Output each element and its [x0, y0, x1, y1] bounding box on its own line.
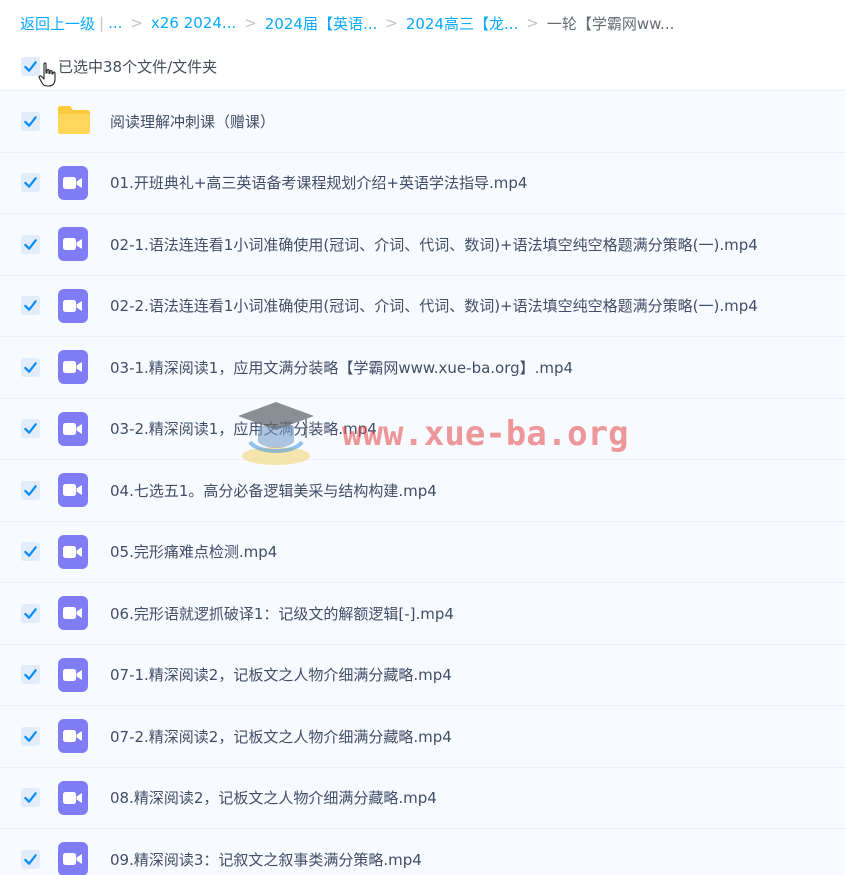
file-row[interactable]: 07-2.精深阅读2，记板文之人物介细满分藏略.mp4: [0, 705, 845, 767]
check-icon: [24, 60, 37, 72]
file-name[interactable]: 04.七选五1。高分必备逻辑美采与结构构建.mp4: [110, 480, 437, 501]
file-name[interactable]: 05.完形痛难点检测.mp4: [110, 541, 277, 562]
check-icon: [24, 300, 37, 312]
breadcrumb-separator: >: [385, 14, 398, 32]
row-checkbox[interactable]: [21, 542, 40, 562]
file-name[interactable]: 01.开班典礼+高三英语备考课程规划介绍+英语学法指导.mp4: [110, 172, 527, 193]
file-row[interactable]: 06.完形语就逻抓破译1：记级文的解额逻辑[-].mp4: [0, 582, 845, 644]
check-icon: [24, 792, 37, 804]
file-name[interactable]: 07-1.精深阅读2，记板文之人物介细满分藏略.mp4: [110, 664, 452, 685]
video-file-icon: [58, 534, 88, 569]
check-icon: [24, 423, 37, 435]
video-file-icon: [58, 227, 88, 262]
file-name[interactable]: 08.精深阅读2，记板文之人物介细满分藏略.mp4: [110, 787, 437, 808]
breadcrumb-item-1[interactable]: x26 2024...: [151, 14, 236, 32]
row-checkbox[interactable]: [21, 111, 40, 131]
row-checkbox[interactable]: [21, 788, 40, 808]
check-icon: [24, 484, 37, 496]
file-name[interactable]: 02-2.语法连连看1小词准确使用(冠词、介词、代词、数词)+语法填空纯空格题满…: [110, 295, 758, 316]
file-row[interactable]: 02-2.语法连连看1小词准确使用(冠词、介词、代词、数词)+语法填空纯空格题满…: [0, 274, 845, 336]
file-name[interactable]: 07-2.精深阅读2，记板文之人物介细满分藏略.mp4: [110, 726, 452, 747]
row-checkbox[interactable]: [21, 849, 40, 869]
check-icon: [24, 238, 37, 250]
row-checkbox[interactable]: [21, 357, 40, 377]
file-row[interactable]: 阅读理解冲刺课（赠课）: [0, 90, 845, 152]
breadcrumb-separator: >: [244, 14, 257, 32]
row-checkbox[interactable]: [21, 665, 40, 685]
hand-cursor-icon: [38, 62, 56, 87]
video-file-icon: [58, 596, 88, 631]
check-icon: [24, 177, 37, 189]
row-checkbox[interactable]: [21, 173, 40, 193]
check-icon: [24, 546, 37, 558]
file-row[interactable]: 01.开班典礼+高三英语备考课程规划介绍+英语学法指导.mp4: [0, 151, 845, 213]
check-icon: [24, 853, 37, 865]
file-row[interactable]: 09.精深阅读3：记叙文之叙事类满分策略.mp4: [0, 828, 845, 875]
breadcrumb-current: 一轮【学霸网ww...: [546, 14, 675, 33]
breadcrumb-divider: |: [99, 14, 105, 32]
video-file-icon: [58, 780, 88, 815]
check-icon: [24, 730, 37, 742]
video-file-icon: [58, 719, 88, 754]
row-checkbox[interactable]: [21, 419, 40, 439]
video-file-icon: [58, 842, 88, 875]
file-name[interactable]: 02-1.语法连连看1小词准确使用(冠词、介词、代词、数词)+语法填空纯空格题满…: [110, 234, 758, 255]
check-icon: [24, 361, 37, 373]
breadcrumb-item-3[interactable]: 2024高三【龙...: [406, 13, 518, 34]
file-row[interactable]: 03-1.精深阅读1，应用文满分装略【学霸网www.xue-ba.org】.mp…: [0, 336, 845, 398]
breadcrumb-separator: >: [526, 14, 539, 32]
video-file-icon: [58, 165, 88, 200]
file-row[interactable]: 07-1.精深阅读2，记板文之人物介细满分藏略.mp4: [0, 643, 845, 705]
row-checkbox[interactable]: [21, 603, 40, 623]
folder-icon: [56, 103, 92, 139]
breadcrumb: 返回上一级 | ... > x26 2024... > 2024届【英语... …: [20, 12, 674, 34]
check-icon: [24, 669, 37, 681]
row-checkbox[interactable]: [21, 296, 40, 316]
check-icon: [24, 607, 37, 619]
file-row[interactable]: 05.完形痛难点检测.mp4: [0, 520, 845, 582]
video-file-icon: [58, 350, 88, 385]
file-name[interactable]: 03-1.精深阅读1，应用文满分装略【学霸网www.xue-ba.org】.mp…: [110, 357, 573, 378]
file-row[interactable]: 03-2.精深阅读1，应用文满分装略.mp4: [0, 397, 845, 459]
file-row[interactable]: 08.精深阅读2，记板文之人物介细满分藏略.mp4: [0, 766, 845, 828]
file-name[interactable]: 03-2.精深阅读1，应用文满分装略.mp4: [110, 418, 377, 439]
breadcrumb-ellipsis[interactable]: ...: [108, 14, 122, 32]
file-row[interactable]: 04.七选五1。高分必备逻辑美采与结构构建.mp4: [0, 459, 845, 521]
video-file-icon: [58, 411, 88, 446]
selection-count: 已选中38个文件/文件夹: [58, 57, 218, 76]
file-name[interactable]: 09.精深阅读3：记叙文之叙事类满分策略.mp4: [110, 849, 422, 870]
video-file-icon: [58, 288, 88, 323]
back-link[interactable]: 返回上一级: [20, 13, 95, 34]
video-file-icon: [58, 657, 88, 692]
file-row[interactable]: 02-1.语法连连看1小词准确使用(冠词、介词、代词、数词)+语法填空纯空格题满…: [0, 213, 845, 275]
file-name[interactable]: 阅读理解冲刺课（赠课）: [110, 111, 275, 132]
breadcrumb-item-2[interactable]: 2024届【英语...: [265, 13, 377, 34]
breadcrumb-separator: >: [130, 14, 143, 32]
row-checkbox[interactable]: [21, 234, 40, 254]
row-checkbox[interactable]: [21, 726, 40, 746]
file-list: 阅读理解冲刺课（赠课） 01.开班典礼+高三英语备考课程规划介绍+英语学法指导.m…: [0, 90, 845, 875]
row-checkbox[interactable]: [21, 480, 40, 500]
file-name[interactable]: 06.完形语就逻抓破译1：记级文的解额逻辑[-].mp4: [110, 603, 454, 624]
video-file-icon: [58, 473, 88, 508]
check-icon: [24, 115, 37, 127]
